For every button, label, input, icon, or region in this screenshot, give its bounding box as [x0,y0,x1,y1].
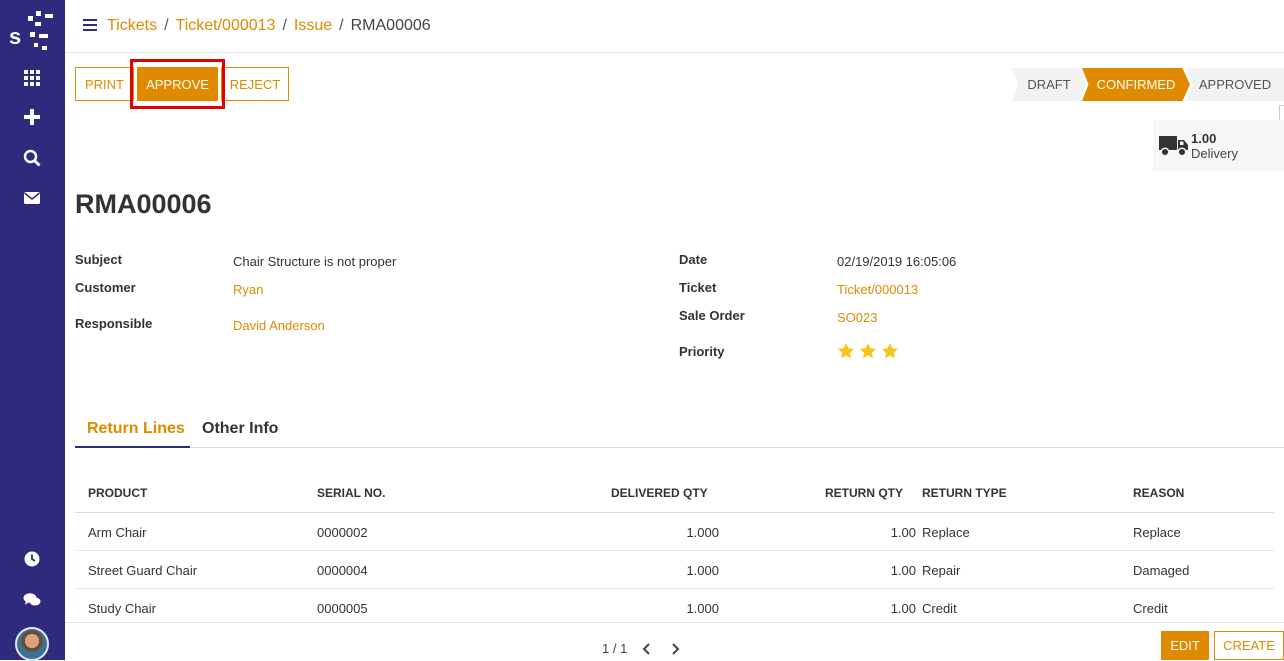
ticket-link[interactable]: Ticket/000013 [837,282,918,297]
top-bar: Tickets / Ticket/000013/Issue / RMA00006 [65,0,1284,53]
table-row[interactable]: Arm Chair 0000002 1.000 1.00 Replace Rep… [75,513,1274,551]
plus-icon[interactable] [20,105,44,129]
cell-reason: Damaged [1133,563,1190,578]
status-approved[interactable]: APPROVED [1186,68,1284,101]
cell-return-qty: 1.00 [890,563,916,578]
cell-serial: 0000002 [317,525,368,540]
chevron-right-icon[interactable] [668,642,682,656]
apps-icon[interactable] [20,66,44,90]
star-icon[interactable] [881,342,899,360]
chat-icon[interactable] [20,588,44,612]
responsible-link[interactable]: David Anderson [233,318,325,333]
subject-value: Chair Structure is not proper [233,254,397,269]
subject-label: Subject [75,252,122,267]
delivery-label: Delivery [1191,146,1238,161]
col-product[interactable]: PRODUCT [88,486,147,500]
breadcrumb: Tickets / Ticket/000013/Issue / RMA00006 [107,17,431,34]
logo[interactable]: s [8,8,56,52]
cell-product: Street Guard Chair [88,563,198,578]
col-reason[interactable]: REASON [1133,486,1184,500]
bottom-bar: 1 / 1 [65,622,1284,660]
breadcrumb-tickets[interactable]: Tickets [107,17,157,34]
tab-other-info[interactable]: Other Info [202,420,278,438]
cell-return-qty: 1.00 [890,601,916,616]
breadcrumb-issue[interactable]: Issue [294,17,332,34]
cell-product: Arm Chair [88,525,147,540]
responsible-label: Responsible [75,316,153,331]
reject-button[interactable]: REJECT [221,67,289,101]
cell-reason: Replace [1133,525,1181,540]
cell-reason: Credit [1133,601,1168,616]
breadcrumb-ticket[interactable]: Ticket/000013 [176,17,276,34]
table-row[interactable]: Street Guard Chair 0000004 1.000 1.00 Re… [75,551,1274,589]
priority-stars[interactable] [837,342,899,360]
ticket-label: Ticket [679,280,717,295]
col-return-type[interactable]: RETURN TYPE [922,486,1007,500]
status-confirmed[interactable]: CONFIRMED [1082,68,1190,101]
avatar[interactable] [15,627,49,661]
menu-toggle-icon[interactable] [83,19,97,33]
cell-product: Study Chair [88,601,156,616]
delivery-smart-button[interactable]: 1.00 Delivery [1153,120,1284,171]
sale-order-label: Sale Order [679,308,745,323]
search-icon[interactable] [20,146,44,170]
record-title: RMA00006 [75,189,212,219]
cell-serial: 0000005 [317,601,368,616]
pager-value: 1 / 1 [602,641,628,656]
edit-button[interactable]: EDIT [1161,631,1209,660]
tab-return-lines[interactable]: Return Lines [87,420,185,438]
customer-label: Customer [75,280,136,295]
cell-delivered-qty: 1.000 [686,563,719,578]
approve-highlight-box [130,59,225,109]
col-serial-no[interactable]: SERIAL NO. [317,486,385,500]
notebook-tabs: Return Lines Other Info [75,413,1284,448]
delivery-count: 1.00 [1191,131,1217,146]
date-label: Date [679,252,708,267]
customer-link[interactable]: Ryan [233,282,263,297]
star-icon[interactable] [837,342,855,360]
cell-return-qty: 1.00 [890,525,916,540]
sale-order-link[interactable]: SO023 [837,310,877,325]
cell-delivered-qty: 1.000 [686,601,719,616]
breadcrumb-current: RMA00006 [350,17,431,34]
chevron-left-icon[interactable] [640,642,654,656]
mail-icon[interactable] [20,186,44,210]
print-button[interactable]: PRINT [75,67,134,101]
cell-return-type: Credit [922,601,957,616]
col-delivered-qty[interactable]: DELIVERED QTY [611,486,708,500]
sidebar: s [0,0,65,661]
cell-return-type: Replace [922,525,970,540]
col-return-qty[interactable]: RETURN QTY [825,486,903,500]
clock-icon[interactable] [20,547,44,571]
priority-label: Priority [679,344,725,359]
create-button[interactable]: CREATE [1214,631,1284,660]
cell-serial: 0000004 [317,563,368,578]
svg-text:s: s [9,24,21,49]
cell-return-type: Repair [922,563,961,578]
active-tab-indicator [75,446,190,448]
truck-icon [1159,136,1188,157]
date-value: 02/19/2019 16:05:06 [837,254,957,269]
star-icon[interactable] [859,342,877,360]
cell-delivered-qty: 1.000 [686,525,719,540]
status-draft[interactable]: DRAFT [1012,68,1086,101]
